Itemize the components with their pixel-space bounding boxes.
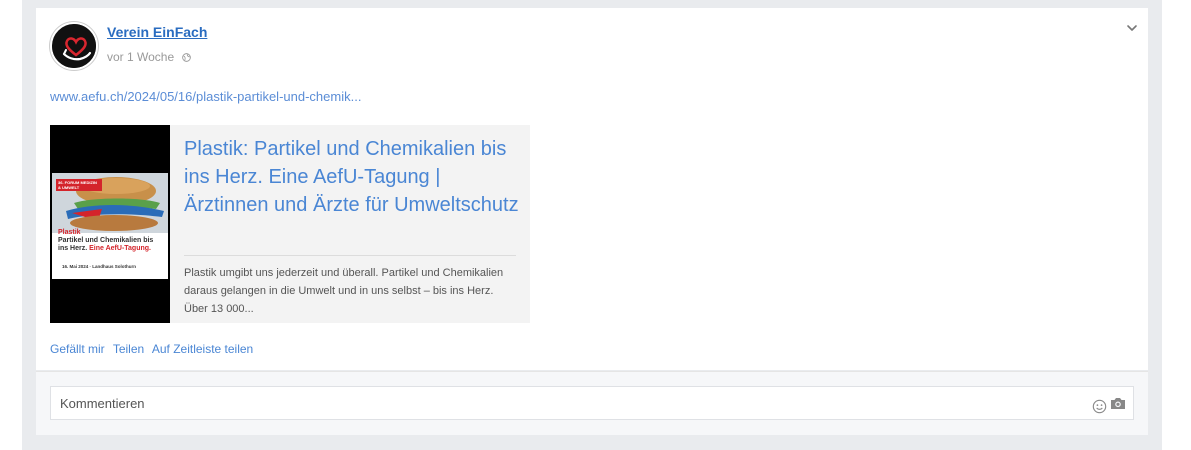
comment-box[interactable] [50,386,1134,420]
poster-image: 36. FORUM MEDIZIN & UMWELT Plastik Parti… [52,173,168,279]
camera-icon[interactable] [1110,396,1126,410]
post-meta: vor 1 Woche [107,50,191,65]
preview-divider [184,255,516,256]
poster-title: Plastik Partikel und Chemikalien bis ins… [58,229,154,252]
like-button[interactable]: Gefällt mir [50,342,105,356]
post-timestamp[interactable]: vor 1 Woche [107,50,174,64]
share-timeline-button[interactable]: Auf Zeitleiste teilen [152,342,253,356]
smiley-icon[interactable] [1092,399,1107,414]
globe-icon [181,51,191,65]
post-actions: Gefällt mir Teilen Auf Zeitleiste teilen [50,342,258,356]
preview-title[interactable]: Plastik: Partikel und Chemikalien bis in… [184,135,520,219]
link-preview[interactable]: 36. FORUM MEDIZIN & UMWELT Plastik Parti… [50,125,530,323]
author-avatar[interactable] [50,22,98,70]
share-button[interactable]: Teilen [113,342,144,356]
author-name-link[interactable]: Verein EinFach [107,24,207,40]
poster-date: 16. Mai 2024 · Landhaus Solothurn [62,264,137,269]
poster-tag: 36. FORUM MEDIZIN & UMWELT [56,179,102,191]
preview-thumbnail[interactable]: 36. FORUM MEDIZIN & UMWELT Plastik Parti… [50,125,170,323]
chevron-down-icon[interactable] [1124,20,1140,36]
comment-input[interactable] [60,394,1060,412]
preview-description: Plastik umgibt uns jederzeit und überall… [184,267,504,315]
post-url-link[interactable]: www.aefu.ch/2024/05/16/plastik-partikel-… [50,89,361,104]
